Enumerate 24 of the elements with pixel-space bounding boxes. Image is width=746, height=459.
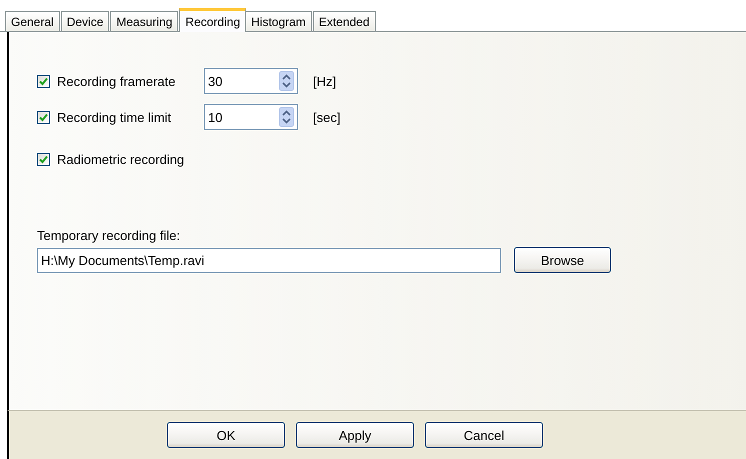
tab[interactable]: Measuring	[110, 11, 178, 31]
file-path-field[interactable]: H:\My Documents\Temp.ravi	[37, 248, 501, 272]
dialog-button[interactable]: OK	[167, 422, 285, 448]
dialog-button[interactable]: Apply	[296, 422, 414, 448]
tab[interactable]: Histogram	[245, 11, 312, 31]
tab[interactable]: Recording	[179, 8, 246, 32]
unit-label: [sec]	[313, 110, 340, 124]
tab[interactable]: General	[5, 11, 60, 31]
number-spinner[interactable]: 10	[204, 104, 298, 130]
tab[interactable]: Extended	[312, 11, 376, 31]
checkbox-label: Recording time limit	[57, 110, 172, 124]
tab[interactable]: Device	[60, 11, 110, 31]
checkbox-label: Radiometric recording	[57, 152, 184, 166]
checkbox[interactable]	[37, 74, 50, 88]
spin-arrows-icon[interactable]	[279, 71, 294, 91]
number-spinner[interactable]: 30	[204, 68, 298, 94]
checkbox[interactable]	[37, 152, 50, 166]
browse-button[interactable]: Browse	[514, 247, 611, 273]
dialog-button[interactable]: Cancel	[425, 422, 543, 448]
spin-arrows-icon[interactable]	[279, 107, 294, 127]
field-label: Temporary recording file:	[37, 228, 182, 243]
checkbox[interactable]	[37, 110, 50, 124]
checkbox-label: Recording framerate	[57, 74, 176, 88]
unit-label: [Hz]	[313, 74, 336, 88]
